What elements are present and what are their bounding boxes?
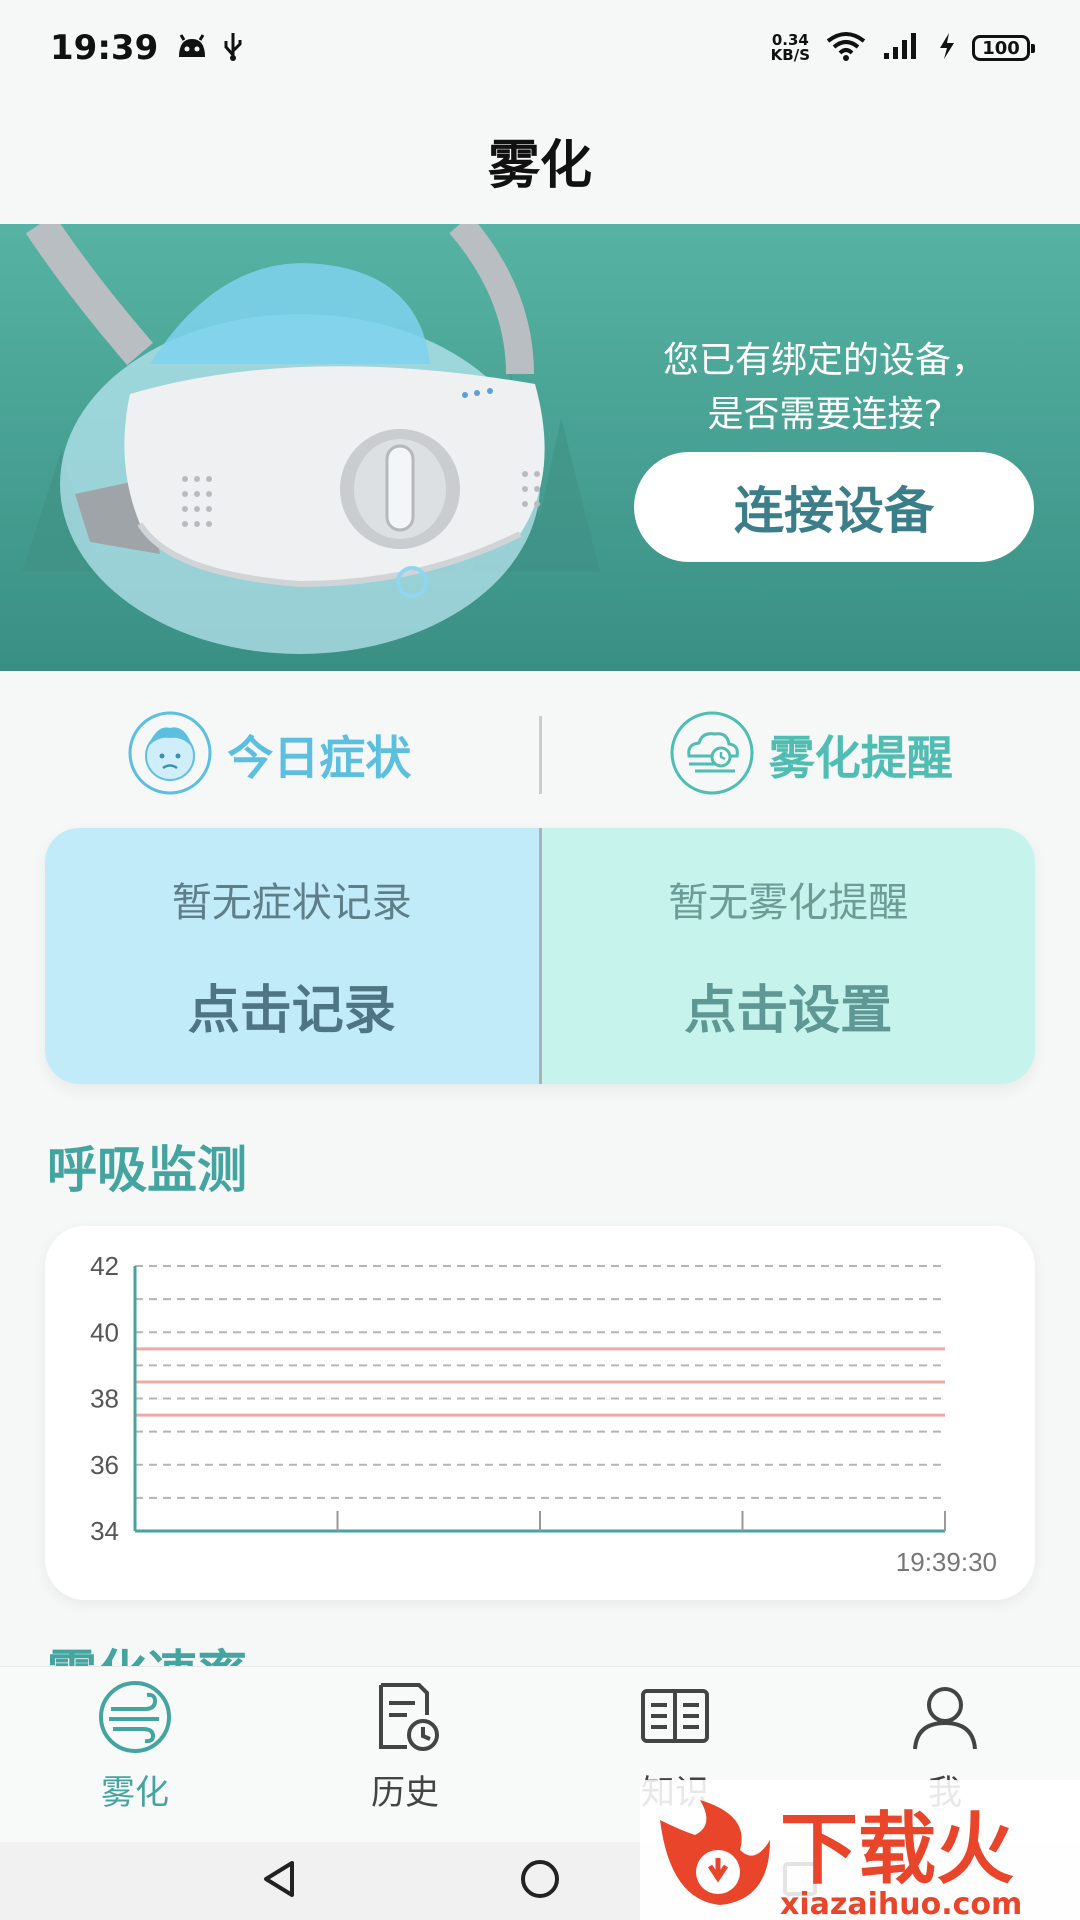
- home-icon[interactable]: [518, 1857, 562, 1905]
- chart-y-tick-label: 40: [90, 1317, 119, 1347]
- nav-label-nebulize: 雾化: [101, 1773, 169, 1813]
- set-reminder-button[interactable]: 点击设置: [684, 968, 892, 1043]
- status-bar: 19:39 0.34 KB/S 100: [0, 0, 1080, 96]
- child-face-icon: [127, 710, 213, 800]
- chart-y-tick-label: 38: [90, 1384, 119, 1414]
- feature-tabs: 今日症状 雾化提醒: [0, 700, 1080, 810]
- chart-y-tick-label: 36: [90, 1450, 119, 1480]
- signal-icon: [882, 31, 922, 65]
- page-title: 雾化: [487, 135, 592, 196]
- battery-icon: 100: [972, 35, 1035, 61]
- title-bar: 雾化: [0, 96, 1080, 224]
- tab-nebulization-reminder[interactable]: 雾化提醒: [542, 710, 1080, 800]
- chart-y-tick-label: 34: [90, 1516, 119, 1546]
- watermark-url: xiazaihuo.com: [780, 1887, 1022, 1920]
- symptom-empty-text: 暂无症状记录: [171, 879, 412, 926]
- connect-device-button[interactable]: 连接设备: [634, 452, 1034, 562]
- chart-y-tick-label: 42: [90, 1251, 119, 1281]
- history-icon: [367, 1679, 443, 1759]
- status-cards: 暂无症状记录 点击记录 暂无雾化提醒 点击设置: [45, 828, 1035, 1084]
- breath-chart-card: 42 40 38 36 34 19:39:30: [45, 1226, 1035, 1600]
- watermark-logo-text: 下载火: [780, 1805, 1014, 1895]
- book-icon: [637, 1679, 713, 1759]
- reminder-empty-text: 暂无雾化提醒: [668, 879, 909, 926]
- status-time: 19:39: [50, 28, 159, 68]
- nebulizer-icon: [97, 1679, 173, 1759]
- tab-today-symptoms[interactable]: 今日症状: [0, 710, 539, 800]
- breath-chart: 42 40 38 36 34 19:39:30: [90, 1251, 997, 1577]
- back-icon[interactable]: [258, 1857, 302, 1905]
- record-symptom-button[interactable]: 点击记录: [188, 968, 396, 1043]
- tab-label-symptoms: 今日症状: [227, 731, 412, 785]
- watermark-logo: 下载火 xiazaihuo.com: [640, 1780, 1080, 1920]
- nav-item-history[interactable]: 历史: [270, 1667, 540, 1842]
- usb-icon: [222, 31, 244, 65]
- device-banner: 您已有绑定的设备， 是否需要连接? 连接设备: [0, 224, 1080, 671]
- cloud-mist-icon: [669, 710, 755, 800]
- banner-message: 您已有绑定的设备， 是否需要连接?: [662, 340, 987, 435]
- chart-x-tick-label: 19:39:30: [896, 1547, 997, 1577]
- wifi-icon: [826, 31, 866, 65]
- reminder-card[interactable]: 暂无雾化提醒 点击设置: [541, 828, 1035, 1084]
- mask-device-image: [25, 224, 545, 654]
- nav-label-history: 历史: [371, 1773, 439, 1813]
- tab-label-reminder: 雾化提醒: [768, 731, 953, 785]
- user-icon: [907, 1679, 983, 1759]
- charging-icon: [938, 32, 956, 64]
- android-debug-icon: [176, 33, 208, 63]
- symptom-record-card[interactable]: 暂无症状记录 点击记录: [45, 828, 539, 1084]
- nav-item-nebulize[interactable]: 雾化: [0, 1667, 270, 1842]
- breath-monitor-title: 呼吸监测: [47, 1141, 247, 1199]
- net-speed: 0.34 KB/S: [770, 31, 810, 64]
